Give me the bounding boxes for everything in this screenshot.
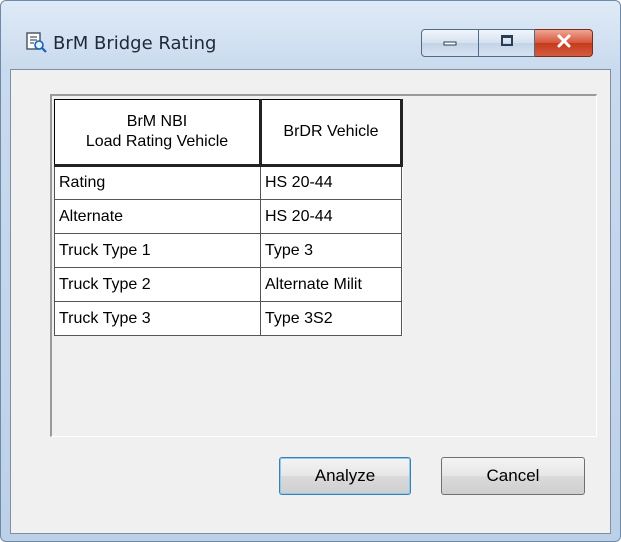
cell-brdr-vehicle[interactable]: Type 3S2	[260, 301, 402, 336]
cell-brdr-vehicle[interactable]: Type 3	[260, 233, 402, 268]
dialog-window: BrM Bridge Rating BrM NBI Load Rating Ve…	[0, 0, 621, 542]
cell-nbi-vehicle[interactable]: Truck Type 2	[54, 267, 261, 302]
minimize-button[interactable]	[421, 29, 479, 57]
table-row[interactable]: Truck Type 1 Type 3	[54, 233, 402, 268]
table-row[interactable]: Alternate HS 20-44	[54, 199, 402, 234]
cell-brdr-vehicle[interactable]: Alternate Milit	[260, 267, 402, 302]
cell-nbi-vehicle[interactable]: Rating	[54, 165, 261, 200]
window-title: BrM Bridge Rating	[53, 33, 217, 54]
column-header-nbi-line1: BrM NBI	[126, 113, 188, 130]
cell-brdr-vehicle[interactable]: HS 20-44	[260, 165, 402, 200]
close-button[interactable]	[535, 29, 593, 57]
title-bar[interactable]: BrM Bridge Rating	[1, 1, 620, 69]
maximize-icon	[499, 34, 515, 53]
vehicle-mapping-table: BrM NBI Load Rating Vehicle BrDR Vehicle…	[54, 99, 403, 336]
column-header-brdr-vehicle[interactable]: BrDR Vehicle	[260, 99, 403, 167]
cell-nbi-vehicle[interactable]: Truck Type 1	[54, 233, 261, 268]
dialog-client-area: BrM NBI Load Rating Vehicle BrDR Vehicle…	[10, 69, 611, 534]
cell-nbi-vehicle[interactable]: Alternate	[54, 199, 261, 234]
cell-nbi-vehicle[interactable]: Truck Type 3	[54, 301, 261, 336]
table-header-row: BrM NBI Load Rating Vehicle BrDR Vehicle	[54, 99, 403, 167]
table-row[interactable]: Truck Type 3 Type 3S2	[54, 301, 402, 336]
column-header-nbi-line2: Load Rating Vehicle	[85, 133, 229, 150]
table-row[interactable]: Rating HS 20-44	[54, 165, 402, 200]
maximize-button[interactable]	[479, 29, 535, 57]
table-row[interactable]: Truck Type 2 Alternate Milit	[54, 267, 402, 302]
analyze-button[interactable]: Analyze	[279, 457, 411, 495]
minimize-icon	[442, 34, 458, 52]
cancel-button[interactable]: Cancel	[441, 457, 585, 495]
column-header-nbi-vehicle[interactable]: BrM NBI Load Rating Vehicle	[54, 99, 262, 167]
cell-brdr-vehicle[interactable]: HS 20-44	[260, 199, 402, 234]
app-icon	[25, 31, 47, 53]
caption-buttons	[421, 29, 593, 59]
vehicle-grid-frame: BrM NBI Load Rating Vehicle BrDR Vehicle…	[50, 94, 597, 437]
close-icon	[555, 33, 573, 54]
